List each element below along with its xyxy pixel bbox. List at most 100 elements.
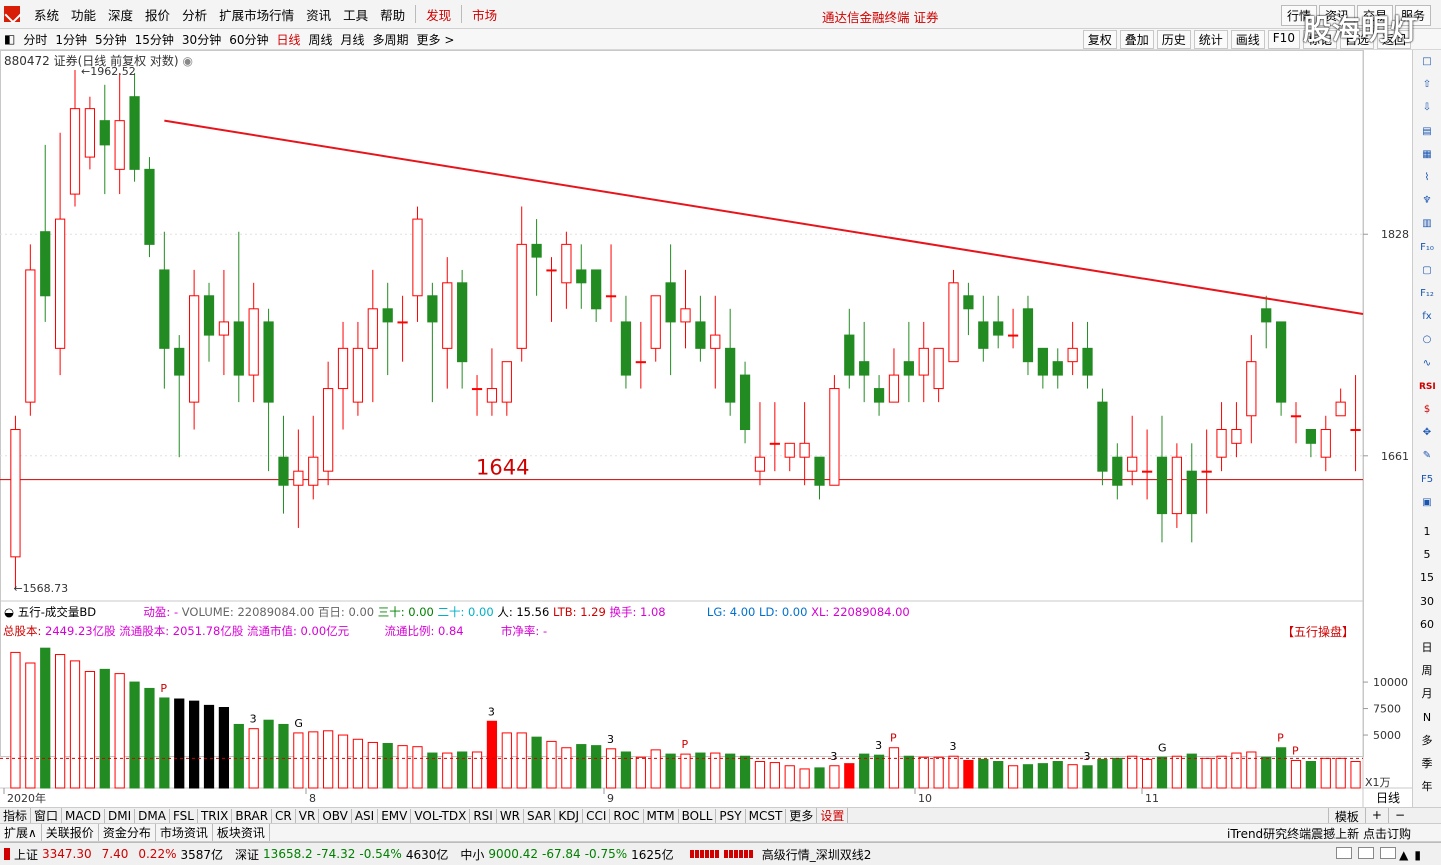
volume-bar[interactable] bbox=[1201, 757, 1212, 789]
fx-icon[interactable]: fx bbox=[1419, 309, 1435, 325]
volume-bar[interactable] bbox=[754, 761, 766, 789]
indicator-tab-21[interactable]: BOLL bbox=[679, 808, 717, 823]
candle-body[interactable] bbox=[40, 231, 51, 297]
volume-bar[interactable] bbox=[471, 751, 483, 789]
volume-bar[interactable] bbox=[293, 732, 304, 789]
menu-function[interactable]: 功能 bbox=[71, 5, 96, 24]
period-15min[interactable]: 15分钟 bbox=[135, 31, 174, 48]
volume-bar[interactable] bbox=[978, 758, 989, 789]
candle-body[interactable] bbox=[263, 321, 274, 403]
period-weekly[interactable]: 周线 bbox=[309, 31, 333, 48]
candle-body[interactable] bbox=[486, 388, 498, 403]
volume-bar[interactable] bbox=[620, 751, 632, 789]
tab-tool-0[interactable]: 模板 bbox=[1327, 808, 1365, 823]
volume-bar[interactable] bbox=[84, 670, 96, 789]
candle-body[interactable] bbox=[888, 374, 900, 403]
volume-bar[interactable] bbox=[561, 747, 572, 789]
volume-bar[interactable] bbox=[412, 746, 423, 789]
sz-index-name[interactable]: 深证 bbox=[235, 846, 259, 863]
volume-bar[interactable] bbox=[665, 753, 676, 789]
candle-body[interactable] bbox=[933, 347, 944, 390]
volume-bar[interactable] bbox=[680, 753, 691, 789]
table-icon[interactable]: ▥ bbox=[1419, 216, 1435, 232]
candle-body[interactable] bbox=[680, 308, 691, 323]
indicator-name[interactable]: 五行-成交量BD bbox=[18, 605, 96, 619]
candle-body[interactable] bbox=[1246, 361, 1257, 417]
indicator-tab-1[interactable]: 窗口 bbox=[31, 808, 63, 823]
indicator-tab-22[interactable]: PSY bbox=[716, 808, 746, 823]
sidebar-period-8[interactable]: N bbox=[1419, 710, 1435, 726]
volume-bar[interactable] bbox=[352, 738, 364, 789]
candle-body[interactable] bbox=[1007, 334, 1019, 337]
rsi-icon[interactable]: RSI bbox=[1419, 379, 1436, 395]
candle-body[interactable] bbox=[695, 321, 706, 349]
candle-body[interactable] bbox=[412, 218, 423, 297]
volume-bar[interactable] bbox=[174, 698, 185, 789]
volume-bar[interactable] bbox=[457, 751, 468, 789]
square-icon[interactable]: □ bbox=[1419, 54, 1435, 70]
volume-bar[interactable] bbox=[829, 765, 840, 789]
indicator-tab-3[interactable]: DMI bbox=[105, 808, 136, 823]
volume-bar[interactable] bbox=[635, 756, 646, 789]
candle-body[interactable] bbox=[1216, 429, 1227, 458]
volume-bar[interactable] bbox=[114, 673, 125, 789]
indicator-tab-19[interactable]: ROC bbox=[610, 808, 644, 823]
volume-bar[interactable] bbox=[337, 734, 349, 789]
candle-body[interactable] bbox=[1052, 361, 1063, 376]
volume-bar[interactable] bbox=[10, 651, 21, 789]
indicator-tab-11[interactable]: ASI bbox=[352, 808, 379, 823]
sidebar-period-4[interactable]: 60 bbox=[1419, 617, 1435, 633]
candle-body[interactable] bbox=[754, 456, 766, 472]
candle-body[interactable] bbox=[799, 442, 810, 458]
candle-body[interactable] bbox=[189, 295, 200, 403]
volume-bar[interactable] bbox=[873, 754, 885, 789]
candle-body[interactable] bbox=[710, 334, 721, 349]
volume-bar[interactable] bbox=[1305, 761, 1317, 789]
volume-bar[interactable] bbox=[218, 706, 230, 789]
candle-body[interactable] bbox=[174, 347, 185, 376]
candle-body[interactable] bbox=[367, 308, 378, 349]
candle-body[interactable] bbox=[442, 282, 453, 349]
candle-body[interactable] bbox=[903, 361, 914, 376]
candle-body[interactable] bbox=[69, 108, 81, 195]
volume-bar[interactable] bbox=[739, 755, 751, 789]
volume-bar[interactable] bbox=[501, 732, 512, 789]
trend-line[interactable] bbox=[164, 119, 1364, 316]
candle-body[interactable] bbox=[397, 321, 408, 324]
volume-bar[interactable] bbox=[1052, 761, 1063, 789]
volume-bar[interactable] bbox=[189, 700, 200, 789]
volume-bar[interactable] bbox=[933, 756, 944, 789]
indicator-tab-24[interactable]: 更多 bbox=[786, 808, 818, 823]
volume-bar[interactable] bbox=[903, 755, 914, 789]
sidebar-period-9[interactable]: 多 bbox=[1419, 733, 1435, 749]
tool-draw[interactable]: 画线 bbox=[1230, 30, 1265, 49]
indicator-tab-25[interactable]: 设置 bbox=[817, 808, 849, 823]
volume-bar[interactable] bbox=[54, 654, 66, 789]
candle-body[interactable] bbox=[248, 308, 259, 376]
candle-body[interactable] bbox=[963, 295, 974, 310]
tool-restore-rights[interactable]: 复权 bbox=[1082, 30, 1117, 49]
sidebar-period-2[interactable]: 15 bbox=[1419, 570, 1435, 586]
candle-body[interactable] bbox=[233, 321, 244, 376]
menu-discover[interactable]: 发现 bbox=[426, 5, 451, 24]
candle-body[interactable] bbox=[1350, 429, 1361, 432]
volume-bar[interactable] bbox=[1037, 763, 1048, 789]
volume-bar[interactable] bbox=[725, 753, 736, 789]
volume-bar[interactable] bbox=[1141, 758, 1153, 789]
menu-analysis[interactable]: 分析 bbox=[182, 5, 207, 24]
candle-body[interactable] bbox=[352, 347, 364, 403]
zx-index-name[interactable]: 中小 bbox=[460, 846, 484, 863]
indicator-tab-15[interactable]: WR bbox=[497, 808, 525, 823]
candle-body[interactable] bbox=[546, 269, 557, 272]
sidebar-period-3[interactable]: 30 bbox=[1419, 594, 1435, 610]
volume-bar[interactable] bbox=[1082, 765, 1093, 789]
candle-body[interactable] bbox=[620, 321, 632, 376]
line-icon[interactable]: ▢ bbox=[1419, 263, 1435, 279]
volume-bar[interactable] bbox=[1007, 765, 1019, 789]
candle-body[interactable] bbox=[1290, 415, 1302, 418]
candle-body[interactable] bbox=[605, 295, 617, 298]
candle-body[interactable] bbox=[1335, 401, 1346, 417]
volume-bar[interactable] bbox=[367, 741, 378, 789]
candle-body[interactable] bbox=[948, 282, 959, 363]
volume-bar[interactable] bbox=[1320, 757, 1331, 789]
